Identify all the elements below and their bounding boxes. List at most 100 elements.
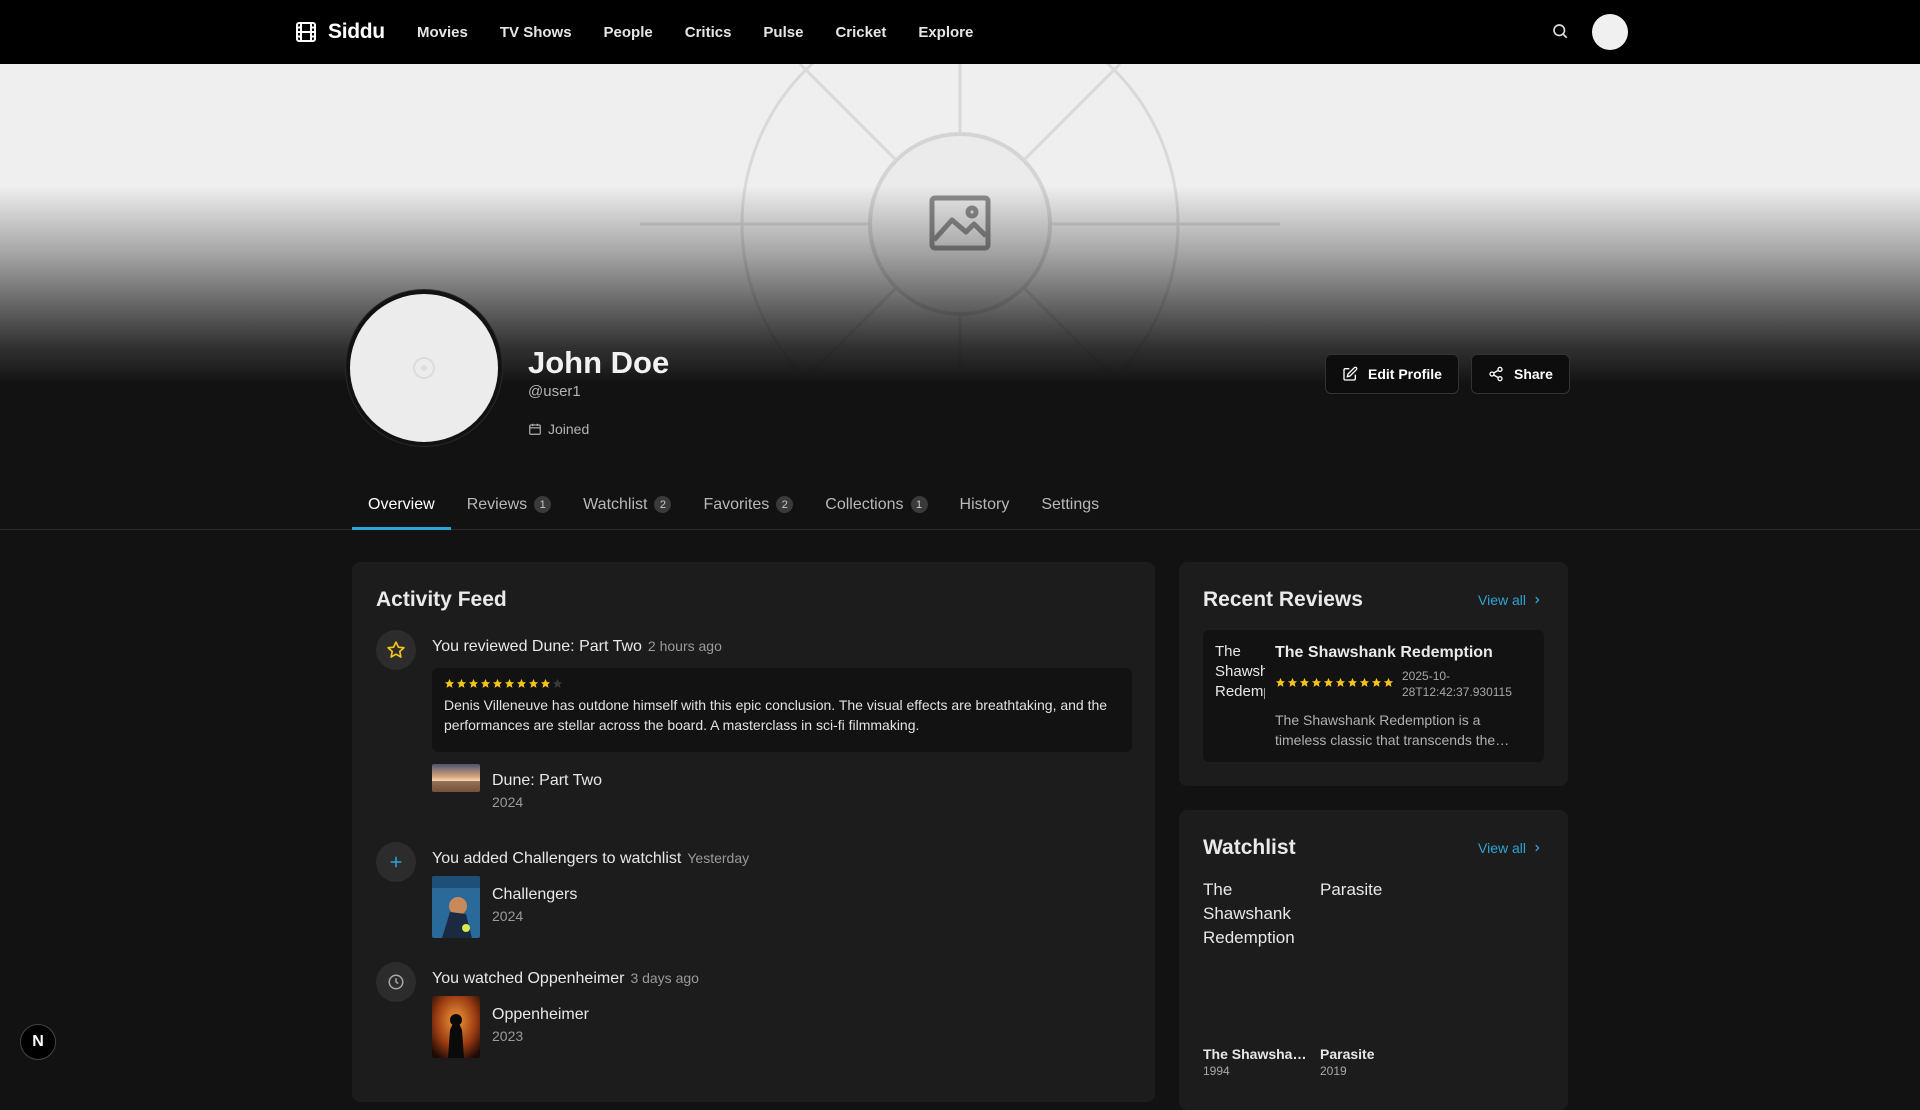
chevron-right-icon xyxy=(1535,844,1540,852)
nav-link-people[interactable]: People xyxy=(604,24,653,41)
star-filled-icon xyxy=(1275,677,1286,687)
view-all-label: View all xyxy=(1478,592,1526,608)
film-link[interactable]: Challengers 2024 xyxy=(432,876,577,938)
watchlist-item-year: 2019 xyxy=(1320,1064,1347,1078)
tab-count-badge: 2 xyxy=(776,496,794,513)
film-link[interactable]: Dune: Part Two 2024 xyxy=(432,764,602,810)
film-link[interactable]: Oppenheimer 2023 xyxy=(432,996,589,1058)
watchlist-title: Watchlist xyxy=(1203,836,1296,859)
star-filled-icon xyxy=(1347,677,1358,687)
user-avatar-button[interactable] xyxy=(1592,14,1628,50)
film-title: Challengers xyxy=(492,886,578,903)
logo[interactable]: Siddu xyxy=(294,20,385,44)
nav-link-critics[interactable]: Critics xyxy=(685,24,732,41)
tab-overview[interactable]: Overview xyxy=(352,480,451,530)
profile-name: John Doe xyxy=(528,345,670,380)
star-filled-icon xyxy=(540,678,551,688)
watchlist-card: Watchlist View all The Shawshank Redempt… xyxy=(1179,810,1568,1110)
star-filled-icon xyxy=(504,678,515,688)
tab-label: Settings xyxy=(1041,495,1100,513)
poster-alt-text: The Shawshank Redemption xyxy=(1215,643,1265,700)
dev-tools-badge[interactable]: N xyxy=(20,1024,56,1060)
film-poster xyxy=(432,996,480,1058)
tab-label: Favorites xyxy=(703,495,770,513)
poster-alt-text: Parasite xyxy=(1320,880,1383,899)
activity-item: You watched Oppenheimer 3 days ago Oppenh… xyxy=(376,962,1132,1062)
view-all-label: View all xyxy=(1478,840,1526,856)
activity-text: You reviewed Dune: Part Two xyxy=(432,638,642,655)
avatar-placeholder-icon xyxy=(413,357,435,379)
share-button[interactable]: Share xyxy=(1471,354,1570,394)
watchlist-view-all-link[interactable]: View all xyxy=(1478,840,1542,856)
recent-reviews-view-all-link[interactable]: View all xyxy=(1478,592,1542,608)
film-title: Oppenheimer xyxy=(492,1006,589,1023)
share-label: Share xyxy=(1514,366,1553,382)
tab-watchlist[interactable]: Watchlist 2 xyxy=(567,480,687,529)
star-filled-icon xyxy=(516,678,527,688)
activity-time: 2 hours ago xyxy=(647,638,722,654)
film-year: 2023 xyxy=(492,1028,524,1044)
tab-label: Reviews xyxy=(466,495,528,513)
star-filled-icon xyxy=(456,678,467,688)
tab-favorites[interactable]: Favorites 2 xyxy=(687,480,809,529)
rating-stars xyxy=(1275,677,1394,688)
edit-icon xyxy=(1343,366,1358,381)
tab-label: Collections xyxy=(825,495,904,513)
nav-link-tv-shows[interactable]: TV Shows xyxy=(500,24,572,41)
nav-link-cricket[interactable]: Cricket xyxy=(835,24,886,41)
activity-item: You reviewed Dune: Part Two 2 hours ago D… xyxy=(376,630,1132,810)
calendar-icon xyxy=(529,423,541,435)
profile-joined: Joined xyxy=(528,421,589,437)
share-icon xyxy=(1489,366,1503,382)
film-year: 2024 xyxy=(492,794,524,810)
nav-link-explore[interactable]: Explore xyxy=(918,24,973,41)
activity-time: 3 days ago xyxy=(630,970,699,986)
activity-time: Yesterday xyxy=(687,850,750,866)
profile-tabs: Overview Reviews 1 Watchlist 2 Favorites 2 … xyxy=(352,480,1568,530)
activity-heading: You watched Oppenheimer 3 days ago xyxy=(432,970,699,988)
logo-text: Siddu xyxy=(328,20,385,43)
review-date: 2025-10-28T12:42:37.930115 xyxy=(1402,669,1512,699)
film-title: Dune: Part Two xyxy=(492,772,602,789)
watchlist-item[interactable]: The Shawshank Redemption The Shawshan… 1… xyxy=(1203,878,1307,1078)
review-item[interactable]: The Shawshank Redemption The Shawshank R… xyxy=(1203,630,1544,762)
star-filled-icon xyxy=(468,678,479,688)
search-icon[interactable] xyxy=(1551,22,1569,40)
watchlist-item-year: 1994 xyxy=(1203,1064,1230,1078)
star-filled-icon xyxy=(1311,677,1322,687)
film-year: 2024 xyxy=(492,908,524,924)
activity-feed-card: Activity Feed You reviewed Dune: Part Tw… xyxy=(352,562,1155,1102)
review-snippet: Denis Villeneuve has outdone himself wit… xyxy=(432,668,1132,752)
tab-reviews[interactable]: Reviews 1 xyxy=(451,480,567,529)
review-text: Denis Villeneuve has outdone himself wit… xyxy=(444,697,1108,733)
tab-count-badge: 2 xyxy=(654,496,672,513)
star-filled-icon xyxy=(480,678,491,688)
tab-count-badge: 1 xyxy=(910,496,928,513)
nav-link-movies[interactable]: Movies xyxy=(417,24,468,41)
review-film-title: The Shawshank Redemption xyxy=(1275,644,1493,661)
tab-settings[interactable]: Settings xyxy=(1025,480,1115,529)
activity-feed-title: Activity Feed xyxy=(376,588,507,611)
star-icon xyxy=(376,630,416,670)
tab-history[interactable]: History xyxy=(944,480,1026,529)
tab-label: Overview xyxy=(368,495,435,513)
nav-links: Movies TV Shows People Critics Pulse Cri… xyxy=(417,0,973,64)
watchlist-item-title: Parasite xyxy=(1320,1046,1375,1062)
nav-link-pulse[interactable]: Pulse xyxy=(763,24,803,41)
joined-label: Joined xyxy=(548,421,590,437)
film-poster xyxy=(432,764,480,792)
star-filled-icon xyxy=(1383,677,1394,687)
recent-reviews-card: Recent Reviews View all The Shawshank Re… xyxy=(1179,562,1568,786)
star-filled-icon xyxy=(1287,677,1298,687)
film-icon xyxy=(296,22,316,42)
edit-profile-label: Edit Profile xyxy=(1368,366,1442,382)
activity-text: You added Challengers to watchlist xyxy=(432,850,682,867)
star-filled-icon xyxy=(1371,677,1382,687)
watchlist-item[interactable]: Parasite Parasite 2019 xyxy=(1320,878,1424,1078)
star-empty-icon xyxy=(552,678,563,688)
profile-avatar xyxy=(346,290,502,446)
tab-collections[interactable]: Collections 1 xyxy=(809,480,943,529)
edit-profile-button[interactable]: Edit Profile xyxy=(1325,354,1459,394)
review-excerpt: The Shawshank Redemption is a timeless c… xyxy=(1275,712,1510,748)
chevron-right-icon xyxy=(1535,596,1540,604)
